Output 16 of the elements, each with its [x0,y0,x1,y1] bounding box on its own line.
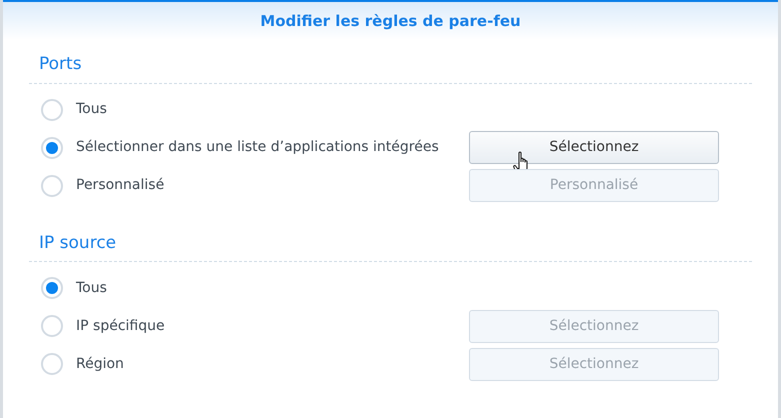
radio-button[interactable] [41,315,63,337]
radio-button[interactable] [41,136,63,158]
select-button[interactable]: Sélectionnez [469,131,719,164]
dialog-title: Modifier les règles de pare-feu [260,10,521,32]
section-heading: IP source [39,232,116,252]
radio-button[interactable] [41,353,63,375]
section-heading: Ports [39,54,82,74]
radio-label: Personnalisé [76,176,164,195]
radio-label: IP spécifique [76,316,165,336]
radio-button[interactable] [41,98,63,120]
radio-label: Tous [76,100,107,119]
radio-button[interactable] [41,174,63,196]
radio-label: Sélectionner dans une liste d’applications intégrées [76,138,439,157]
radio-label: Tous [76,278,107,298]
radio-button[interactable] [41,277,63,299]
radio-label: Région [76,354,124,374]
